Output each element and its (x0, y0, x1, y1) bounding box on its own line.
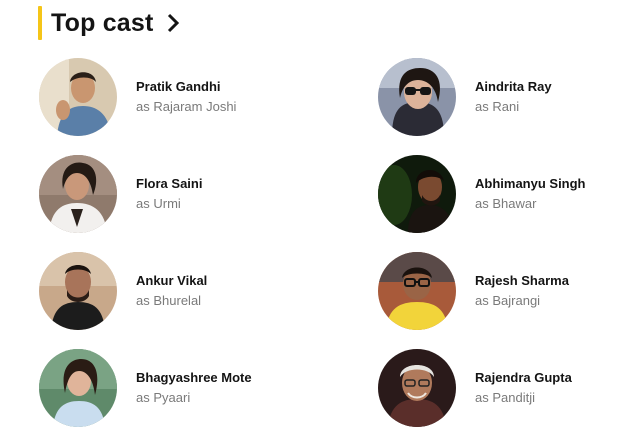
character-line: as Bajrangi (475, 293, 569, 309)
cast-item[interactable]: Aindrita Ray as Rani (378, 58, 552, 136)
top-cast-header[interactable]: Top cast (38, 6, 182, 40)
character-name: Urmi (153, 196, 181, 211)
character-name: Rajaram Joshi (153, 99, 237, 114)
actor-photo[interactable] (39, 58, 117, 136)
character-name: Rani (492, 99, 520, 114)
character-line: as Panditji (475, 390, 572, 406)
actor-name[interactable]: Pratik Gandhi (136, 79, 236, 95)
cast-item[interactable]: Rajesh Sharma as Bajrangi (378, 252, 569, 330)
chevron-right-icon[interactable] (166, 11, 182, 35)
actor-name[interactable]: Bhagyashree Mote (136, 370, 252, 386)
character-line: as Pyaari (136, 390, 252, 406)
character-line: as Bhawar (475, 196, 586, 212)
character-line: as Bhurelal (136, 293, 207, 309)
cast-item[interactable]: Abhimanyu Singh as Bhawar (378, 155, 586, 233)
character-name: Bhurelal (153, 293, 202, 308)
actor-name[interactable]: Flora Saini (136, 176, 202, 192)
actor-photo[interactable] (378, 252, 456, 330)
actor-photo[interactable] (378, 155, 456, 233)
as-label: as (475, 196, 489, 211)
as-label: as (136, 390, 150, 405)
character-line: as Urmi (136, 196, 202, 212)
cast-item[interactable]: Rajendra Gupta as Panditji (378, 349, 572, 427)
actor-name[interactable]: Ankur Vikal (136, 273, 207, 289)
actor-name[interactable]: Rajendra Gupta (475, 370, 572, 386)
cast-item[interactable]: Bhagyashree Mote as Pyaari (39, 349, 252, 427)
character-name: Pyaari (153, 390, 191, 405)
character-line: as Rani (475, 99, 552, 115)
as-label: as (475, 293, 489, 308)
actor-photo[interactable] (378, 349, 456, 427)
as-label: as (136, 99, 150, 114)
header-accent-bar (38, 6, 42, 40)
character-line: as Rajaram Joshi (136, 99, 236, 115)
character-name: Panditji (492, 390, 535, 405)
as-label: as (136, 293, 150, 308)
actor-photo[interactable] (39, 252, 117, 330)
cast-item[interactable]: Pratik Gandhi as Rajaram Joshi (39, 58, 236, 136)
section-title: Top cast (51, 8, 154, 37)
as-label: as (136, 196, 150, 211)
cast-item[interactable]: Ankur Vikal as Bhurelal (39, 252, 207, 330)
character-name: Bhawar (492, 196, 537, 211)
cast-item[interactable]: Flora Saini as Urmi (39, 155, 202, 233)
actor-name[interactable]: Abhimanyu Singh (475, 176, 586, 192)
actor-name[interactable]: Rajesh Sharma (475, 273, 569, 289)
actor-photo[interactable] (39, 349, 117, 427)
actor-name[interactable]: Aindrita Ray (475, 79, 552, 95)
actor-photo[interactable] (39, 155, 117, 233)
as-label: as (475, 390, 489, 405)
character-name: Bajrangi (492, 293, 541, 308)
actor-photo[interactable] (378, 58, 456, 136)
as-label: as (475, 99, 489, 114)
